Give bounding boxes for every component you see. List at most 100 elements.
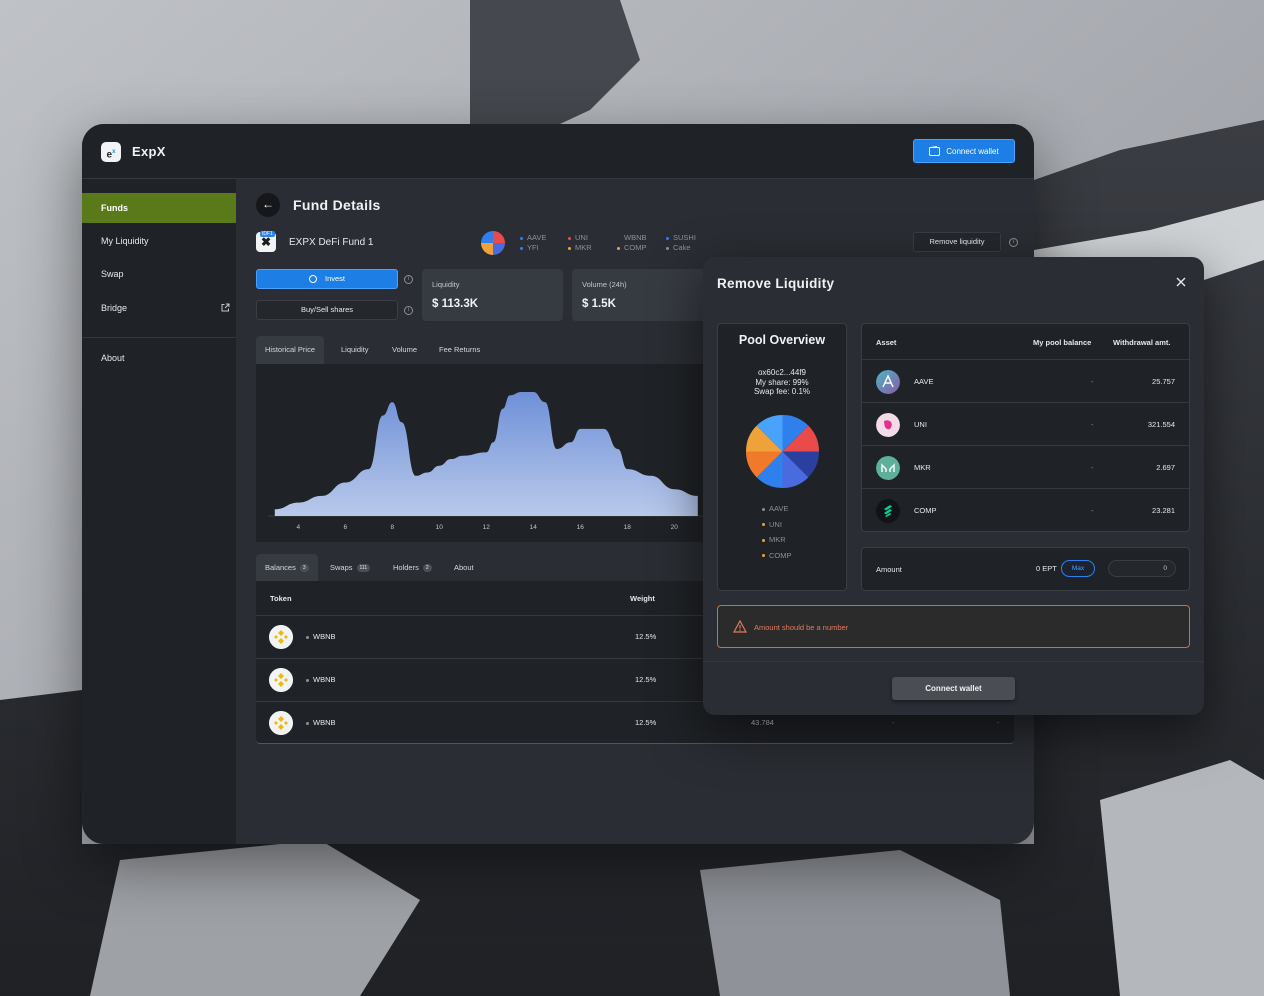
amount-label: Amount [876, 565, 902, 574]
asset-row[interactable]: MKR - 2.697 [862, 445, 1189, 488]
close-icon[interactable] [1174, 275, 1188, 289]
sidebar-item-bridge[interactable]: Bridge [82, 293, 236, 323]
tab-liquidity[interactable]: Liquidity [332, 336, 378, 364]
max-button[interactable]: Max [1061, 560, 1095, 577]
asset-withdrawal: 23.281 [1152, 506, 1175, 515]
sidebar-item-label: My Liquidity [101, 236, 149, 246]
sidebar-item-label: Funds [101, 203, 128, 213]
amount-card: Amount 0 EPT Max 0 [861, 547, 1190, 591]
info-icon[interactable]: i [1009, 238, 1018, 247]
amount-input[interactable]: 0 [1108, 560, 1176, 577]
sidebar-item-swap[interactable]: Swap [82, 259, 236, 289]
token-balance: 43.784 [751, 718, 774, 727]
count-badge: 2 [422, 564, 432, 573]
tab-swaps[interactable]: Swaps 111 [321, 554, 379, 581]
x-tick-label: 18 [623, 524, 631, 531]
price-chart: 4 6 8 10 12 14 16 18 20 [256, 364, 726, 542]
page-title: Fund Details [293, 197, 381, 213]
sidebar-item-my-liquidity[interactable]: My Liquidity [82, 226, 236, 256]
mkr-icon [876, 456, 900, 480]
asset-name: MKR [914, 463, 931, 472]
sidebar-item-about[interactable]: About [82, 343, 236, 373]
sidebar-item-label: Swap [101, 269, 124, 279]
info-icon[interactable]: i [404, 306, 413, 315]
token-name: WBNB [306, 718, 336, 727]
pool-address: ox60c2...44f9 [757, 368, 807, 377]
stat-value: $ 1.5K [582, 298, 616, 310]
asset-row[interactable]: AAVE - 25.757 [862, 359, 1189, 402]
x-tick-label: 14 [529, 524, 537, 531]
token-name: WBNB [306, 675, 336, 684]
column-header-token: Token [270, 594, 292, 603]
column-header-weight: Weight [630, 594, 655, 603]
buy-sell-shares-button[interactable]: Buy/Sell shares [256, 300, 398, 320]
legend-label: COMP [624, 243, 647, 252]
asset-withdrawal: 321.554 [1147, 420, 1175, 429]
legend-label: UNI [575, 233, 588, 242]
token-name: WBNB [306, 632, 336, 641]
asset-row[interactable]: UNI - 321.554 [862, 402, 1189, 445]
connect-wallet-modal-button[interactable]: Connect wallet [892, 677, 1015, 700]
token-label: WBNB [313, 718, 336, 727]
error-alert: Amount should be a number [717, 605, 1190, 648]
pool-legend: AAVE UNI MKR COMP [762, 501, 792, 563]
pool-swap-fee: Swap fee: 0.1% [753, 387, 811, 396]
token-weight: 12.5% [635, 718, 657, 727]
sidebar-item-funds[interactable]: Funds [82, 193, 236, 223]
price-chart-svg [268, 392, 726, 517]
error-message: Amount should be a number [754, 623, 849, 632]
tab-historical-price[interactable]: Historical Price [256, 336, 325, 364]
connect-wallet-button[interactable]: Connect wallet [913, 139, 1015, 163]
asset-row[interactable]: COMP - 23.281 [862, 488, 1189, 531]
sidebar-item-label: Bridge [101, 303, 128, 313]
fund-legend-col: WBNB COMP [617, 233, 647, 253]
asset-pool-balance: - [1091, 420, 1094, 429]
legend-label: MKR [575, 243, 592, 252]
logo-icon: ex [101, 142, 121, 162]
liquidity-stat-card: Liquidity $ 113.3K [422, 269, 563, 321]
tab-fee-returns[interactable]: Fee Returns [430, 336, 489, 364]
external-link-icon [221, 303, 230, 312]
arrow-left-icon: ← [262, 197, 274, 211]
remove-liquidity-button[interactable]: Remove liquidity [913, 232, 1001, 252]
legend-label: WBNB [624, 233, 647, 242]
tab-holders[interactable]: Holders 2 [384, 554, 441, 581]
back-button[interactable]: ← [256, 193, 280, 217]
invest-button[interactable]: Invest [256, 269, 398, 289]
token-weight: 12.5% [635, 675, 657, 684]
x-tick-label: 10 [435, 524, 443, 531]
sidebar-item-label: About [101, 353, 125, 363]
legend-label: MKR [769, 535, 786, 544]
token-label: WBNB [313, 632, 336, 641]
pool-share: My share: 99% [755, 377, 809, 387]
brand-name: ExpX [132, 144, 166, 159]
warning-icon [733, 620, 747, 633]
legend-label: AAVE [527, 233, 547, 242]
pool-overview-card: Pool Overview ox60c2...44f9 My share: 99… [717, 323, 847, 591]
fund-legend-col: UNI MKR [568, 233, 592, 253]
aave-icon [876, 370, 900, 394]
stat-value: $ 113.3K [432, 298, 479, 310]
tab-volume[interactable]: Volume [383, 336, 426, 364]
top-bar: ex ExpX Connect wallet [82, 124, 1034, 179]
legend-label: COMP [769, 550, 792, 560]
x-tick-label: 6 [343, 524, 348, 531]
x-tick-label: 12 [482, 524, 490, 531]
tab-label: Balances [265, 563, 296, 572]
asset-withdrawal: 2.697 [1156, 463, 1175, 472]
invest-label: Invest [324, 274, 345, 283]
legend-label: UNI [769, 519, 782, 529]
sidebar-divider [82, 337, 236, 338]
asset-table: Asset My pool balance Withdrawal amt. AA… [861, 323, 1190, 532]
tab-about[interactable]: About [445, 554, 483, 581]
legend-label: Cake [673, 243, 691, 252]
asset-name: COMP [914, 506, 937, 515]
uni-icon [876, 413, 900, 437]
tab-balances[interactable]: Balances 3 [256, 554, 318, 581]
column-header-pool-balance: My pool balance [1033, 338, 1092, 347]
asset-name: UNI [914, 420, 927, 429]
wallet-icon [929, 146, 941, 156]
info-icon[interactable]: i [404, 275, 413, 284]
modal-divider [703, 661, 1204, 662]
count-badge: 111 [356, 564, 371, 573]
